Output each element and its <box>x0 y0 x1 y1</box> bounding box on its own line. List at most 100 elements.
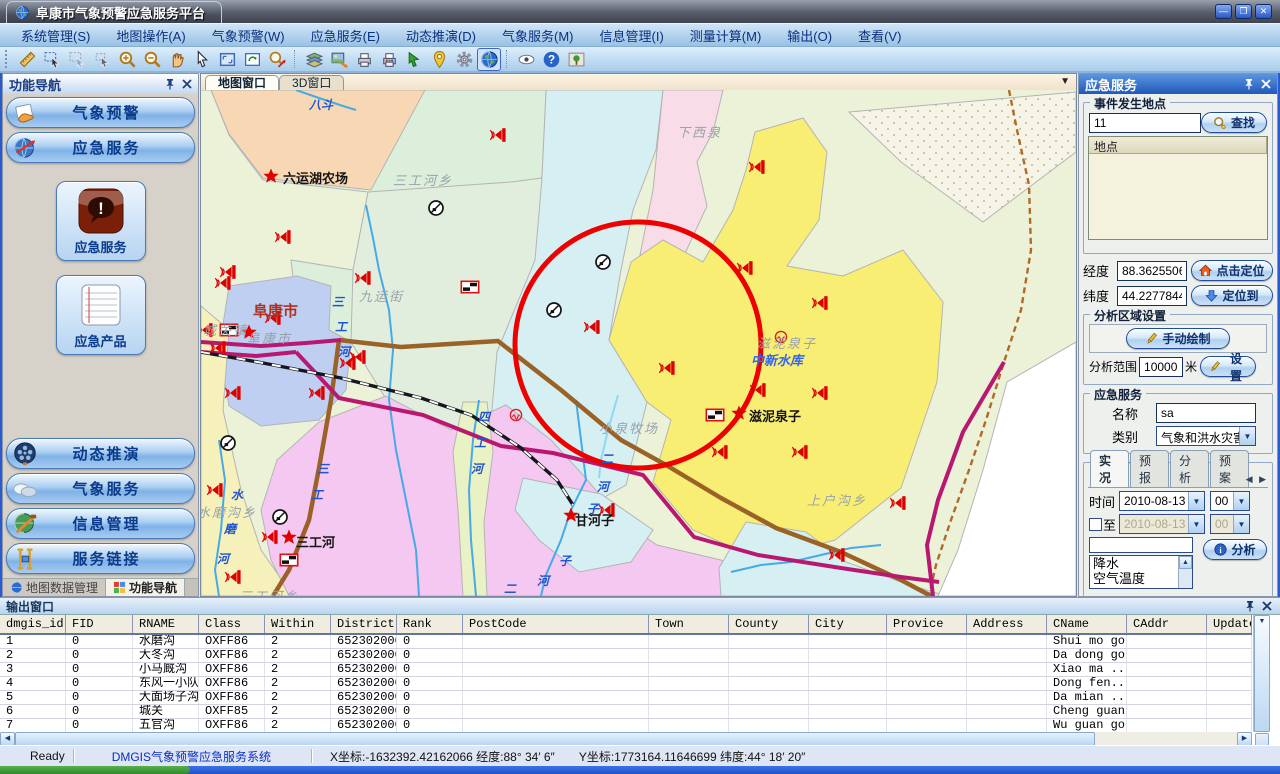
column-header-dmgis_id[interactable]: dmgis_id <box>0 615 66 633</box>
minimize-button[interactable]: — <box>1215 4 1232 19</box>
hour-select[interactable]: 00▼ <box>1210 491 1250 511</box>
tab-3d-window[interactable]: 3D窗口 <box>279 75 344 90</box>
find-button[interactable]: 查找 <box>1201 112 1267 133</box>
column-header-Town[interactable]: Town <box>649 615 729 633</box>
toolbar-select-gray-button[interactable] <box>65 48 89 71</box>
nav-button-link[interactable]: 服务链接 <box>6 543 195 574</box>
table-row[interactable]: 40东风一小队OXFF8626523020000Dong fen... <box>0 677 1252 691</box>
menu-item-10[interactable]: 查看(V) <box>845 23 914 48</box>
date-select[interactable]: 2010-08-13▼ <box>1119 491 1205 511</box>
toolbar-refresh-button[interactable] <box>240 48 264 71</box>
toolbar-zoom-in-button[interactable] <box>115 48 139 71</box>
column-header-County[interactable]: County <box>729 615 809 633</box>
column-header-Rank[interactable]: Rank <box>397 615 463 633</box>
location-list[interactable]: 地点 <box>1088 136 1268 240</box>
hour2-select[interactable]: 00▼ <box>1210 514 1250 534</box>
column-header-District[interactable]: District <box>331 615 397 633</box>
map-station-marker[interactable] <box>273 510 287 524</box>
table-row[interactable]: 50大面场子沟OXFF8626523020000Da mian ... <box>0 691 1252 705</box>
service-type-select[interactable]: 气象和洪水灾害▼ <box>1156 426 1256 446</box>
analysis-tab-预报[interactable]: 预报 <box>1130 450 1169 487</box>
menu-item-5[interactable]: 动态推演(D) <box>393 23 489 48</box>
start-button[interactable] <box>0 766 190 774</box>
table-row[interactable]: 20大冬沟OXFF8626523020000Da dong gou <box>0 649 1252 663</box>
tab-function-navigation[interactable]: 功能导航 <box>106 579 185 596</box>
nav-button-info[interactable]: 信息管理 <box>6 508 195 539</box>
column-header-CAddr[interactable]: CAddr <box>1127 615 1207 633</box>
toolbar-globe-button[interactable] <box>477 48 501 71</box>
tab-map-data-management[interactable]: 地图数据管理 <box>3 579 106 596</box>
close-icon[interactable] <box>1260 599 1274 613</box>
vertical-scrollbar[interactable]: ▲ ▼ <box>1253 615 1270 732</box>
column-header-CName[interactable]: CName <box>1047 615 1127 633</box>
toolbar-select-small-button[interactable] <box>90 48 114 71</box>
locate-by-click-button[interactable]: 点击定位 <box>1191 260 1273 281</box>
map-station-marker[interactable] <box>221 436 235 450</box>
close-icon[interactable] <box>180 77 194 91</box>
nav-button-warn[interactable]: 气象预警 <box>6 97 195 128</box>
toolbar-zoom-out-button[interactable] <box>140 48 164 71</box>
big-button-note[interactable]: 应急产品 <box>56 275 146 355</box>
toolbar-export-image-button[interactable] <box>327 48 351 71</box>
map-station-marker[interactable] <box>547 303 561 317</box>
taskbar-sliver[interactable] <box>0 766 1280 774</box>
column-header-RNAME[interactable]: RNAME <box>133 615 199 633</box>
analysis-tab-预案[interactable]: 预案 <box>1210 450 1249 487</box>
table-row[interactable]: 10水磨沟OXFF8626523020000Shui mo gou <box>0 635 1252 649</box>
column-header-City[interactable]: City <box>809 615 887 633</box>
set-range-button[interactable]: 设置 <box>1200 356 1256 377</box>
horizontal-scrollbar[interactable]: ◀ ▶ <box>0 732 1252 746</box>
map-flag-marker[interactable] <box>280 554 297 565</box>
element-item[interactable]: 降水 <box>1090 556 1192 571</box>
toolbar-printer-button[interactable] <box>352 48 376 71</box>
toolbar-pointer-button[interactable] <box>190 48 214 71</box>
attribute-table[interactable]: dmgis_idFIDRNAMEClassWithinDistrictRankP… <box>0 615 1252 732</box>
column-header-Class[interactable]: Class <box>199 615 265 633</box>
column-header-FID[interactable]: FID <box>66 615 133 633</box>
toolbar-full-extent-button[interactable] <box>215 48 239 71</box>
menu-item-2[interactable]: 地图操作(A) <box>103 23 198 48</box>
listbox-scrollbar[interactable]: ▲ <box>1178 556 1192 588</box>
toolbar-pan-hand-button[interactable] <box>165 48 189 71</box>
element-listbox[interactable]: 降水空气温度 ▲ <box>1089 555 1193 589</box>
tab-scroll-arrows[interactable]: ◀ ▶ <box>1246 474 1268 485</box>
pin-icon[interactable] <box>163 77 177 91</box>
map-canvas[interactable]: 八斗六运湖农场三工河乡下西泉九运街阜康市城关镇阜康市滋泥泉子中新水库滋泥泉子小泉… <box>201 90 1076 596</box>
close-button[interactable]: ✕ <box>1255 4 1272 19</box>
toolbar-select-dashed-button[interactable] <box>40 48 64 71</box>
map-flag-marker[interactable] <box>706 409 723 420</box>
toolbar-green-pointer-button[interactable] <box>402 48 426 71</box>
element-item[interactable]: 空气温度 <box>1090 571 1192 586</box>
analyze-button[interactable]: 分析 <box>1203 539 1267 560</box>
toolbar-placemark-button[interactable] <box>427 48 451 71</box>
location-keyword-input[interactable] <box>1089 113 1201 133</box>
toolbar-layers-button[interactable] <box>302 48 326 71</box>
menu-item-1[interactable]: 系统管理(S) <box>8 23 103 48</box>
manual-draw-button[interactable]: 手动绘制 <box>1126 328 1230 349</box>
maximize-button[interactable]: ❐ <box>1235 4 1252 19</box>
nav-button-cloud[interactable]: 气象服务 <box>6 473 195 504</box>
service-name-input[interactable] <box>1156 403 1256 423</box>
chevron-down-icon[interactable]: ▼ <box>1239 427 1255 445</box>
toolbar-scene-button[interactable] <box>564 48 588 71</box>
pin-icon[interactable] <box>1242 77 1256 91</box>
toolbar-ruler-button[interactable] <box>15 48 39 71</box>
chevron-down-icon[interactable]: ▼ <box>1060 76 1070 87</box>
map-flag-marker[interactable] <box>220 324 237 335</box>
menu-item-4[interactable]: 应急服务(E) <box>298 23 393 48</box>
menu-item-3[interactable]: 气象预警(W) <box>199 23 298 48</box>
table-row[interactable]: 30小马厩沟OXFF8626523020000Xiao ma ... <box>0 663 1252 677</box>
latitude-input[interactable] <box>1117 286 1187 306</box>
toolbar-help-button[interactable] <box>539 48 563 71</box>
title-bar[interactable]: 阜康市气象预警应急服务平台 — ❐ ✕ <box>0 0 1280 23</box>
nav-button-reel[interactable]: 动态推演 <box>6 438 195 469</box>
toolbar-zoom-select-button[interactable] <box>265 48 289 71</box>
to-checkbox[interactable] <box>1089 518 1102 531</box>
menu-item-9[interactable]: 输出(O) <box>774 23 845 48</box>
table-row[interactable]: 60城关OXFF8526523020000Cheng guan <box>0 705 1252 719</box>
element-combo[interactable] <box>1089 537 1193 553</box>
toolbar-eye-button[interactable] <box>514 48 538 71</box>
analysis-range-input[interactable] <box>1139 357 1183 377</box>
date2-select[interactable]: 2010-08-13▼ <box>1119 514 1205 534</box>
map-station-marker[interactable] <box>429 201 443 215</box>
